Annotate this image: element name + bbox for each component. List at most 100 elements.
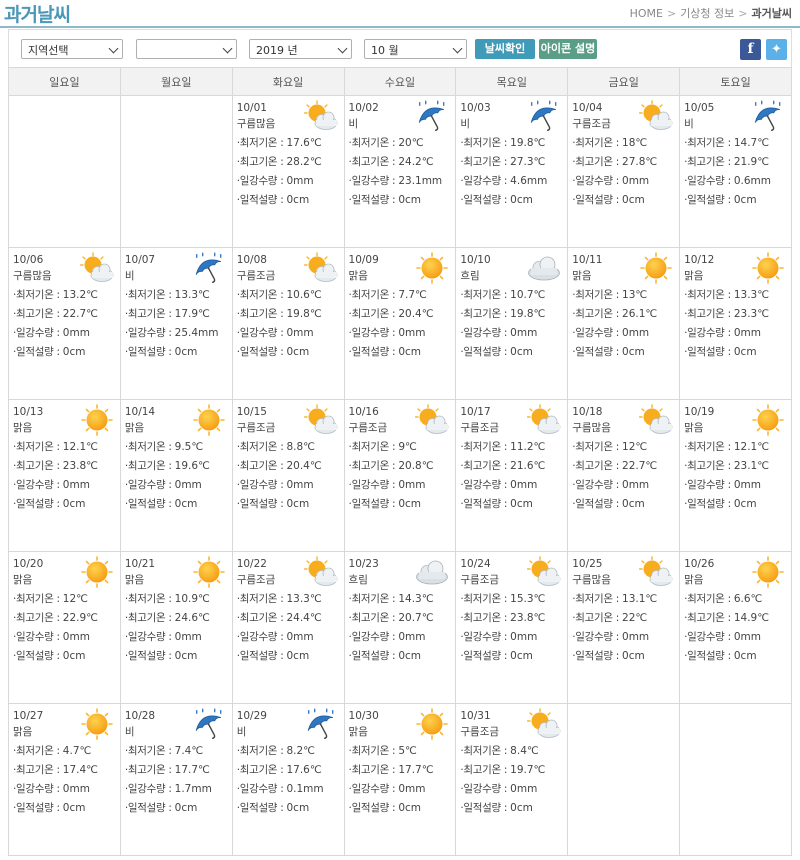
day-cell: 10/15 구름조금 ·최저기온 : 8.8℃ ·최고기온 : 20.4℃ ·일강수량 … (231, 399, 345, 552)
sun-icon (192, 556, 226, 588)
day-cell: 10/04 구름조금 ·최저기온 : 18℃ ·최고기온 : 27.8℃ ·일강수량 :… (567, 95, 681, 248)
breadcrumb-home[interactable]: HOME (630, 7, 663, 20)
min-temp-row: ·최저기온 : 15.3℃ (460, 590, 564, 609)
day-cell: 10/12 맑음 ·최저기온 : 13.3℃ ·최고기온 : 23.3℃ ·일강수량 :… (679, 247, 792, 400)
daily-snowfall-value: 0cm (733, 194, 757, 206)
min-temp-row: ·최저기온 : 10.6℃ (237, 286, 341, 305)
max-temp-value: 14.9℃ (733, 612, 770, 624)
min-temp-label: ·최저기온 : (124, 593, 175, 605)
max-temp-label: ·최고기온 : (124, 612, 175, 624)
daily-rainfall-row: ·일강수량 : 0mm (572, 628, 676, 647)
weekday-header: 일요일 (8, 67, 121, 96)
day-cell: 10/30 맑음 ·최저기온 : 5℃ ·최고기온 : 17.7℃ ·일강수량 : 0m… (343, 703, 457, 856)
max-temp-row: ·최고기온 : 17.7℃ (349, 761, 453, 780)
daily-rainfall-label: ·일강수량 : (124, 327, 175, 339)
min-temp-row: ·최저기온 : 12℃ (572, 438, 676, 457)
min-temp-row: ·최저기온 : 19.8℃ (460, 134, 564, 153)
max-temp-row: ·최고기온 : 20.4℃ (237, 457, 341, 476)
daily-snowfall-label: ·일적설량 : (236, 346, 287, 358)
daily-rainfall-label: ·일강수량 : (236, 479, 287, 491)
daily-rainfall-value: 0mm (733, 327, 761, 339)
daily-snowfall-label: ·일적설량 : (460, 802, 511, 814)
sun-icon (80, 708, 114, 740)
day-cell: 10/20 맑음 ·최저기온 : 12℃ ·최고기온 : 22.9℃ ·일강수량 : 0… (8, 551, 121, 704)
weather-confirm-button[interactable]: 날씨확인 (475, 39, 535, 59)
max-temp-value: 21.9℃ (733, 156, 770, 168)
sun-icon (415, 252, 449, 284)
max-temp-label: ·최고기온 : (124, 308, 175, 320)
daily-snowfall-value: 0cm (510, 194, 533, 206)
daily-snowfall-label: ·일적설량 : (348, 802, 399, 814)
sun-cloud-icon (527, 556, 561, 588)
day-cell: 10/31 구름조금 ·최저기온 : 8.4℃ ·최고기온 : 19.7℃ ·일강수량 … (455, 703, 569, 856)
daily-snowfall-value: 0cm (622, 346, 645, 358)
daily-snowfall-row: ·일적설량 : 0cm (572, 647, 676, 666)
day-cell: 10/11 맑음 ·최저기온 : 13℃ ·최고기온 : 26.1℃ ·일강수량 : 0… (567, 247, 681, 400)
max-temp-label: ·최고기온 : (348, 308, 399, 320)
min-temp-value: 10.6℃ (286, 289, 322, 301)
daily-snowfall-label: ·일적설량 : (13, 650, 63, 662)
daily-snowfall-row: ·일적설량 : 0cm (460, 799, 564, 818)
min-temp-row: ·최저기온 : 7.4℃ (125, 742, 229, 761)
toolbar: 지역선택 2019 년 10 월 날씨확인 아이콘 설명 f ✦ (8, 29, 792, 67)
year-select[interactable]: 2019 년 (249, 39, 352, 59)
daily-rainfall-row: ·일강수량 : 0mm (572, 172, 676, 191)
min-temp-value: 13.1℃ (622, 593, 658, 605)
max-temp-label: ·최고기온 : (348, 612, 399, 624)
sun-icon (415, 708, 449, 740)
day-cell: 10/23 흐림 ·최저기온 : 14.3℃ ·최고기온 : 20.7℃ ·일강수량 :… (343, 551, 457, 704)
min-temp-row: ·최저기온 : 14.7℃ (684, 134, 788, 153)
daily-snowfall-label: ·일적설량 : (460, 194, 511, 206)
region-select[interactable]: 지역선택 (21, 39, 123, 59)
sun-cloud-icon (638, 100, 673, 132)
min-temp-label: ·최저기온 : (572, 593, 623, 605)
daily-rainfall-row: ·일강수량 : 0mm (349, 628, 453, 647)
daily-rainfall-row: ·일강수량 : 0mm (125, 628, 229, 647)
min-temp-value: 10.9℃ (174, 593, 210, 605)
icon-description-button[interactable]: 아이콘 설명 (539, 39, 597, 59)
twitter-icon[interactable]: ✦ (766, 39, 787, 60)
min-temp-label: ·최저기온 : (13, 441, 63, 453)
subregion-select[interactable] (136, 39, 237, 59)
min-temp-row: ·최저기온 : 13.1℃ (572, 590, 676, 609)
min-temp-value: 12.1℃ (733, 441, 770, 453)
daily-snowfall-label: ·일적설량 : (572, 346, 623, 358)
daily-snowfall-label: ·일적설량 : (124, 802, 175, 814)
max-temp-value: 22.9℃ (62, 612, 98, 624)
min-temp-value: 14.7℃ (733, 137, 770, 149)
daily-rainfall-row: ·일강수량 : 1.7mm (125, 780, 229, 799)
daily-snowfall-value: 0cm (174, 346, 198, 358)
month-select[interactable]: 10 월 (364, 39, 467, 59)
day-cell: 10/06 구름많음 ·최저기온 : 13.2℃ ·최고기온 : 22.7℃ ·일강수량… (8, 247, 121, 400)
chevron-down-icon (337, 43, 348, 54)
min-temp-value: 20℃ (398, 137, 424, 149)
week-row: 10/27 맑음 ·최저기온 : 4.7℃ ·최고기온 : 17.4℃ ·일강수량 : … (8, 703, 792, 856)
chevron-down-icon (108, 43, 119, 54)
daily-snowfall-row: ·일적설량 : 0cm (349, 191, 453, 210)
daily-rainfall-row: ·일강수량 : 0mm (125, 476, 229, 495)
daily-snowfall-label: ·일적설량 : (684, 346, 734, 358)
max-temp-value: 17.7℃ (174, 764, 210, 776)
breadcrumb-section[interactable]: 기상청 정보 (680, 5, 734, 21)
daily-snowfall-label: ·일적설량 : (236, 498, 287, 510)
min-temp-label: ·최저기온 : (460, 289, 511, 301)
min-temp-value: 17.6℃ (286, 137, 322, 149)
max-temp-row: ·최고기온 : 17.9℃ (125, 305, 229, 324)
daily-rainfall-row: ·일강수량 : 0mm (684, 628, 788, 647)
max-temp-row: ·최고기온 : 19.8℃ (237, 305, 341, 324)
daily-rainfall-row: ·일강수량 : 0mm (237, 324, 341, 343)
max-temp-label: ·최고기온 : (460, 460, 511, 472)
page-title: 과거날씨 (4, 4, 71, 26)
min-temp-label: ·최저기온 : (13, 289, 63, 301)
daily-rainfall-value: 0mm (62, 327, 90, 339)
day-cell: 10/29 비 ·최저기온 : 8.2℃ ·최고기온 : 17.6℃ ·일강수량 : 0… (231, 703, 345, 856)
max-temp-label: ·최고기온 : (684, 156, 734, 168)
facebook-icon[interactable]: f (740, 39, 761, 60)
daily-rainfall-value: 1.7mm (174, 783, 212, 795)
week-row: 10/20 맑음 ·최저기온 : 12℃ ·최고기온 : 22.9℃ ·일강수량 : 0… (8, 551, 792, 704)
daily-rainfall-row: ·일강수량 : 0mm (13, 780, 117, 799)
daily-rainfall-value: 25.4mm (174, 327, 219, 339)
min-temp-value: 12℃ (62, 593, 88, 605)
max-temp-label: ·최고기온 : (236, 612, 287, 624)
cloud-icon (415, 556, 449, 588)
